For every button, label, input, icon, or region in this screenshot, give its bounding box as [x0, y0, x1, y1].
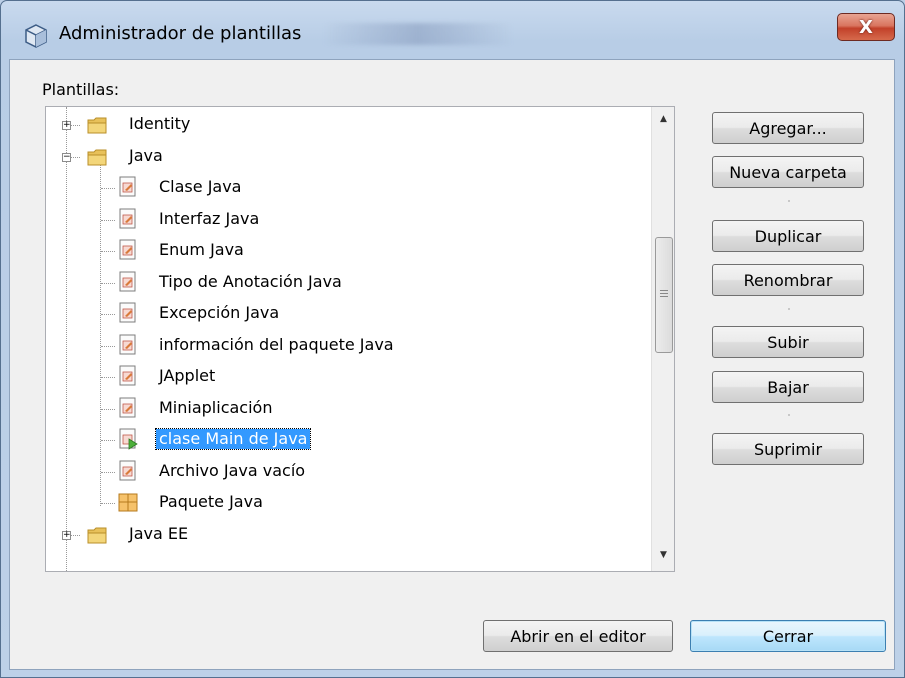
tree-item-label: Clase Java — [159, 177, 242, 196]
grip-line — [660, 290, 668, 291]
tree-hline — [101, 471, 115, 473]
title-background-blur — [323, 23, 513, 45]
abrir-en-editor-label: Abrir en el editor — [510, 626, 646, 646]
dialog-window: Administrador de plantillas X Plantillas… — [0, 0, 905, 678]
separator-dot — [788, 308, 790, 310]
tree-item-label: Paquete Java — [159, 492, 263, 511]
tree-item-row[interactable]: Tipo de Anotación Java — [46, 267, 646, 299]
cerrar-button[interactable]: Cerrar — [690, 620, 886, 652]
tree-hline — [101, 251, 115, 252]
tree-item-label: Identity — [129, 114, 191, 133]
tree-item-label: Excepción Java — [159, 303, 280, 322]
tree-item-row[interactable]: Paquete Java — [46, 487, 646, 519]
templates-label: Plantillas: — [42, 80, 119, 99]
tree-item-row[interactable]: información del paquete Java — [46, 330, 646, 362]
vertical-scrollbar[interactable]: ▲ ▼ — [651, 107, 674, 571]
tree-item-row[interactable]: Clase Java — [46, 172, 646, 204]
tree-item-label: Java — [129, 145, 163, 165]
grip-line — [660, 293, 668, 294]
close-button[interactable]: X — [837, 13, 895, 41]
app-cube-icon — [25, 24, 47, 48]
expand-icon[interactable]: + — [62, 530, 71, 540]
java-template-icon — [118, 271, 138, 293]
templates-label-text: Plantillas: — [42, 80, 120, 99]
abrir-en-editor-button[interactable]: Abrir en el editor — [483, 620, 673, 652]
subir-label: Subir — [767, 332, 809, 352]
renombrar-button[interactable]: Renombrar — [712, 264, 864, 296]
tree-item-row[interactable]: JApplet — [46, 361, 646, 393]
title-bar[interactable]: Administrador de plantillas X — [1, 1, 904, 59]
tree-hline — [101, 345, 115, 347]
collapse-icon[interactable]: − — [62, 152, 71, 162]
tree-folder-row[interactable]: + Identity — [46, 109, 646, 141]
tree-item-row[interactable]: Enum Java — [46, 235, 646, 267]
separator-dot — [788, 414, 790, 416]
nueva-carpeta-label: Nueva carpeta — [729, 162, 847, 182]
tree-item-row[interactable]: Miniaplicación — [46, 393, 646, 425]
tree-item-label: Interfaz Java — [159, 208, 260, 228]
nueva-carpeta-button[interactable]: Nueva carpeta — [712, 156, 864, 188]
java-template-icon — [118, 397, 138, 419]
tree-hline — [101, 219, 115, 221]
tree-item-row[interactable]: Archivo Java vacío — [46, 456, 646, 488]
cerrar-label: Cerrar — [762, 626, 814, 646]
java-template-icon — [118, 334, 138, 356]
java-template-icon — [118, 302, 138, 324]
grip-line — [660, 296, 668, 297]
java-template-icon — [118, 208, 138, 230]
package-icon — [118, 491, 138, 513]
agregar-label: Agregar... — [749, 118, 827, 138]
tree-item-row[interactable]: Interfaz Java — [46, 204, 646, 236]
folder-icon — [86, 115, 108, 135]
tree-item-label: Java EE — [129, 523, 189, 543]
tree-hline — [101, 377, 115, 378]
tree-item-row[interactable]: Excepción Java — [46, 298, 646, 330]
tree-hline — [101, 503, 115, 504]
tree-item-label: Tipo de Anotación Java — [159, 271, 342, 291]
suprimir-button[interactable]: Suprimir — [712, 433, 864, 465]
java-main-class-icon — [118, 428, 138, 450]
duplicar-button[interactable]: Duplicar — [712, 220, 864, 252]
tree-hline — [101, 314, 115, 315]
renombrar-label: Renombrar — [743, 270, 833, 290]
java-template-icon — [118, 239, 138, 261]
tree-hline — [101, 408, 115, 410]
duplicar-label: Duplicar — [754, 226, 822, 246]
close-icon: X — [859, 16, 873, 38]
subir-button[interactable]: Subir — [712, 326, 864, 358]
dialog-body: Plantillas: + Identity − Java Clase Java Inte… — [9, 59, 895, 670]
agregar-button[interactable]: Agregar... — [712, 112, 864, 144]
scroll-down-icon[interactable]: ▼ — [652, 545, 674, 565]
java-template-icon — [118, 460, 138, 482]
tree-item-label: Archivo Java vacío — [159, 460, 306, 480]
tree-hline — [101, 282, 115, 284]
tree-item-label: información del paquete Java — [159, 334, 394, 354]
tree-folder-row[interactable]: − Java — [46, 141, 646, 173]
tree-item-label: Enum Java — [159, 240, 244, 259]
folder-icon — [86, 147, 108, 167]
templates-tree[interactable]: + Identity − Java Clase Java Interfaz Java Enu… — [45, 106, 675, 572]
tree-folder-row[interactable]: + Java EE — [46, 519, 646, 551]
bajar-label: Bajar — [767, 377, 809, 397]
tree-hline — [101, 188, 115, 189]
tree-item-label: clase Main de Java — [154, 428, 312, 450]
suprimir-label: Suprimir — [753, 439, 823, 459]
tree-hline — [101, 440, 115, 441]
bajar-button[interactable]: Bajar — [712, 371, 864, 403]
window-title: Administrador de plantillas — [59, 23, 302, 44]
folder-icon — [86, 525, 108, 545]
java-template-icon — [118, 176, 138, 198]
separator-dot — [788, 200, 790, 202]
expand-icon[interactable]: + — [62, 121, 71, 130]
scroll-up-icon[interactable]: ▲ — [652, 109, 674, 129]
scrollbar-thumb[interactable] — [655, 237, 673, 353]
tree-item-label: Miniaplicación — [159, 397, 273, 417]
tree-item-row[interactable]: clase Main de Java — [46, 424, 646, 456]
tree-item-label: JApplet — [159, 366, 216, 385]
java-template-icon — [118, 365, 138, 387]
